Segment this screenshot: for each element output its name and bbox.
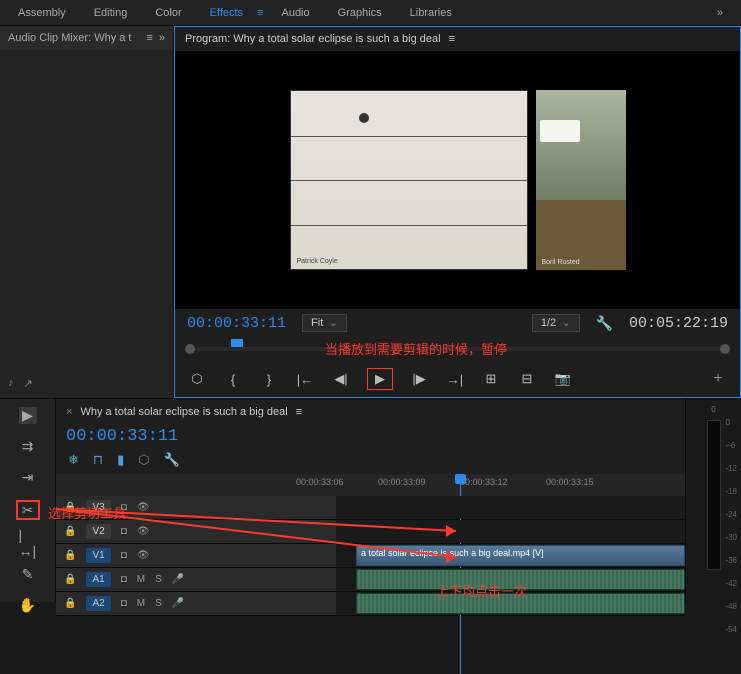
- mark-out-icon[interactable]: {: [223, 369, 243, 389]
- audio-mixer-panel: Audio Clip Mixer: Why a t ≡ » ♪ ↗: [0, 26, 174, 398]
- export-frame-icon[interactable]: 📷: [553, 369, 573, 389]
- annotation-click: 上下均点击一次: [436, 581, 527, 600]
- tab-audio[interactable]: Audio: [271, 3, 319, 23]
- tab-effects[interactable]: Effects: [200, 3, 253, 23]
- link-icon[interactable]: ⊓: [93, 452, 103, 468]
- track-a2: 🔒A2◘MS🎤: [56, 592, 685, 616]
- audio-mixer-title: Audio Clip Mixer: Why a t: [8, 32, 146, 44]
- ripple-tool[interactable]: ⇥: [19, 469, 37, 486]
- extract-icon[interactable]: ⊟: [517, 369, 537, 389]
- tool-palette: ▶ ⇉ ⇥ ✂ |↔| ✎ ✋ 选择剪切工具: [0, 399, 56, 602]
- track-select-tool[interactable]: ⇉: [19, 438, 37, 455]
- timeline-panel: × Why a total solar eclipse is such a bi…: [56, 399, 685, 602]
- settings-icon[interactable]: 🔧: [596, 315, 613, 332]
- tab-graphics[interactable]: Graphics: [328, 3, 392, 23]
- music-icon[interactable]: ♪: [8, 377, 14, 390]
- sequence-title[interactable]: Why a total solar eclipse is such a big …: [80, 406, 287, 418]
- overflow-icon[interactable]: »: [707, 3, 733, 23]
- quality-select[interactable]: 1/2: [532, 314, 580, 332]
- add-button-icon[interactable]: +: [708, 369, 728, 389]
- slip-tool[interactable]: |↔|: [19, 534, 37, 552]
- wrench-icon[interactable]: 🔧: [164, 452, 180, 468]
- video-viewport[interactable]: Patrick Coyle Boril Rusted: [175, 51, 740, 309]
- workspace-tabs: Assembly Editing Color Effects ≡ Audio G…: [0, 0, 741, 26]
- time-ruler[interactable]: 00:00:33:06 00:00:33:09 00:00:33:12 00:0…: [56, 474, 685, 496]
- ruler-tick: 00:00:33:12: [460, 477, 508, 487]
- target-icon[interactable]: ◘: [121, 574, 127, 585]
- scrub-bar[interactable]: 当播放到需要剪辑的时候，暂停: [175, 337, 740, 361]
- menu-icon[interactable]: ≡: [257, 7, 263, 19]
- lock-icon[interactable]: 🔒: [64, 574, 76, 585]
- tab-editing[interactable]: Editing: [84, 3, 138, 23]
- timecode-out[interactable]: 00:05:22:19: [629, 315, 728, 332]
- selection-tool[interactable]: ▶: [19, 407, 37, 424]
- tab-assembly[interactable]: Assembly: [8, 3, 76, 23]
- step-back-icon[interactable]: ◀|: [331, 369, 351, 389]
- timeline-timecode[interactable]: 00:00:33:11: [56, 425, 685, 448]
- zoom-select[interactable]: Fit: [302, 314, 347, 332]
- transport-controls: ⬡ { } |← ◀| ▶ |▶ →| ⊞ ⊟ 📷 +: [175, 361, 740, 397]
- program-title: Program: Why a total solar eclipse is su…: [185, 33, 441, 45]
- panel-menu-icon[interactable]: ≡: [146, 32, 152, 44]
- overflow-icon[interactable]: »: [159, 32, 165, 44]
- annotation-pause: 当播放到需要剪辑的时候，暂停: [325, 339, 507, 358]
- step-fwd-icon[interactable]: |▶: [409, 369, 429, 389]
- play-button[interactable]: ▶: [367, 368, 393, 390]
- meter-bar: [707, 420, 721, 570]
- program-monitor: Program: Why a total solar eclipse is su…: [174, 26, 741, 398]
- ruler-tick: 00:00:33:09: [378, 477, 426, 487]
- marker-icon[interactable]: ▮: [117, 452, 124, 468]
- video-frame-right: Boril Rusted: [536, 90, 626, 270]
- goto-in-icon[interactable]: |←: [295, 369, 315, 389]
- panel-menu-icon[interactable]: ≡: [449, 33, 455, 45]
- pen-tool[interactable]: ✎: [19, 566, 37, 583]
- panel-menu-icon[interactable]: ≡: [296, 406, 302, 418]
- tab-color[interactable]: Color: [145, 3, 191, 23]
- track-a1: 🔒A1◘MS🎤: [56, 568, 685, 592]
- razor-tool[interactable]: ✂: [16, 500, 40, 520]
- lift-icon[interactable]: ⊞: [481, 369, 501, 389]
- snap-icon[interactable]: ❄: [68, 452, 79, 468]
- mic-icon[interactable]: 🎤: [172, 574, 184, 585]
- goto-out-icon[interactable]: →|: [445, 369, 465, 389]
- video-frame-left: Patrick Coyle: [290, 90, 528, 270]
- credit-text: Patrick Coyle: [297, 258, 338, 265]
- meter-tick: 0: [711, 405, 715, 414]
- tab-libraries[interactable]: Libraries: [400, 3, 462, 23]
- close-icon[interactable]: ×: [66, 406, 72, 418]
- ruler-tick: 00:00:33:06: [296, 477, 344, 487]
- share-icon[interactable]: ↗: [24, 377, 33, 390]
- settings-icon[interactable]: ⬡: [138, 452, 149, 468]
- credit-text: Boril Rusted: [542, 259, 580, 266]
- annotation-razor: 选择剪切工具: [48, 503, 126, 522]
- timecode-in[interactable]: 00:00:33:11: [187, 315, 286, 332]
- lock-icon[interactable]: 🔒: [64, 598, 76, 609]
- mic-icon[interactable]: 🎤: [172, 598, 184, 609]
- mark-clip-icon[interactable]: }: [259, 369, 279, 389]
- target-icon[interactable]: ◘: [121, 598, 127, 609]
- hand-tool[interactable]: ✋: [19, 597, 37, 614]
- ruler-tick: 00:00:33:15: [546, 477, 594, 487]
- track-label[interactable]: A2: [86, 596, 110, 611]
- mark-in-icon[interactable]: ⬡: [187, 369, 207, 389]
- track-label[interactable]: A1: [86, 572, 110, 587]
